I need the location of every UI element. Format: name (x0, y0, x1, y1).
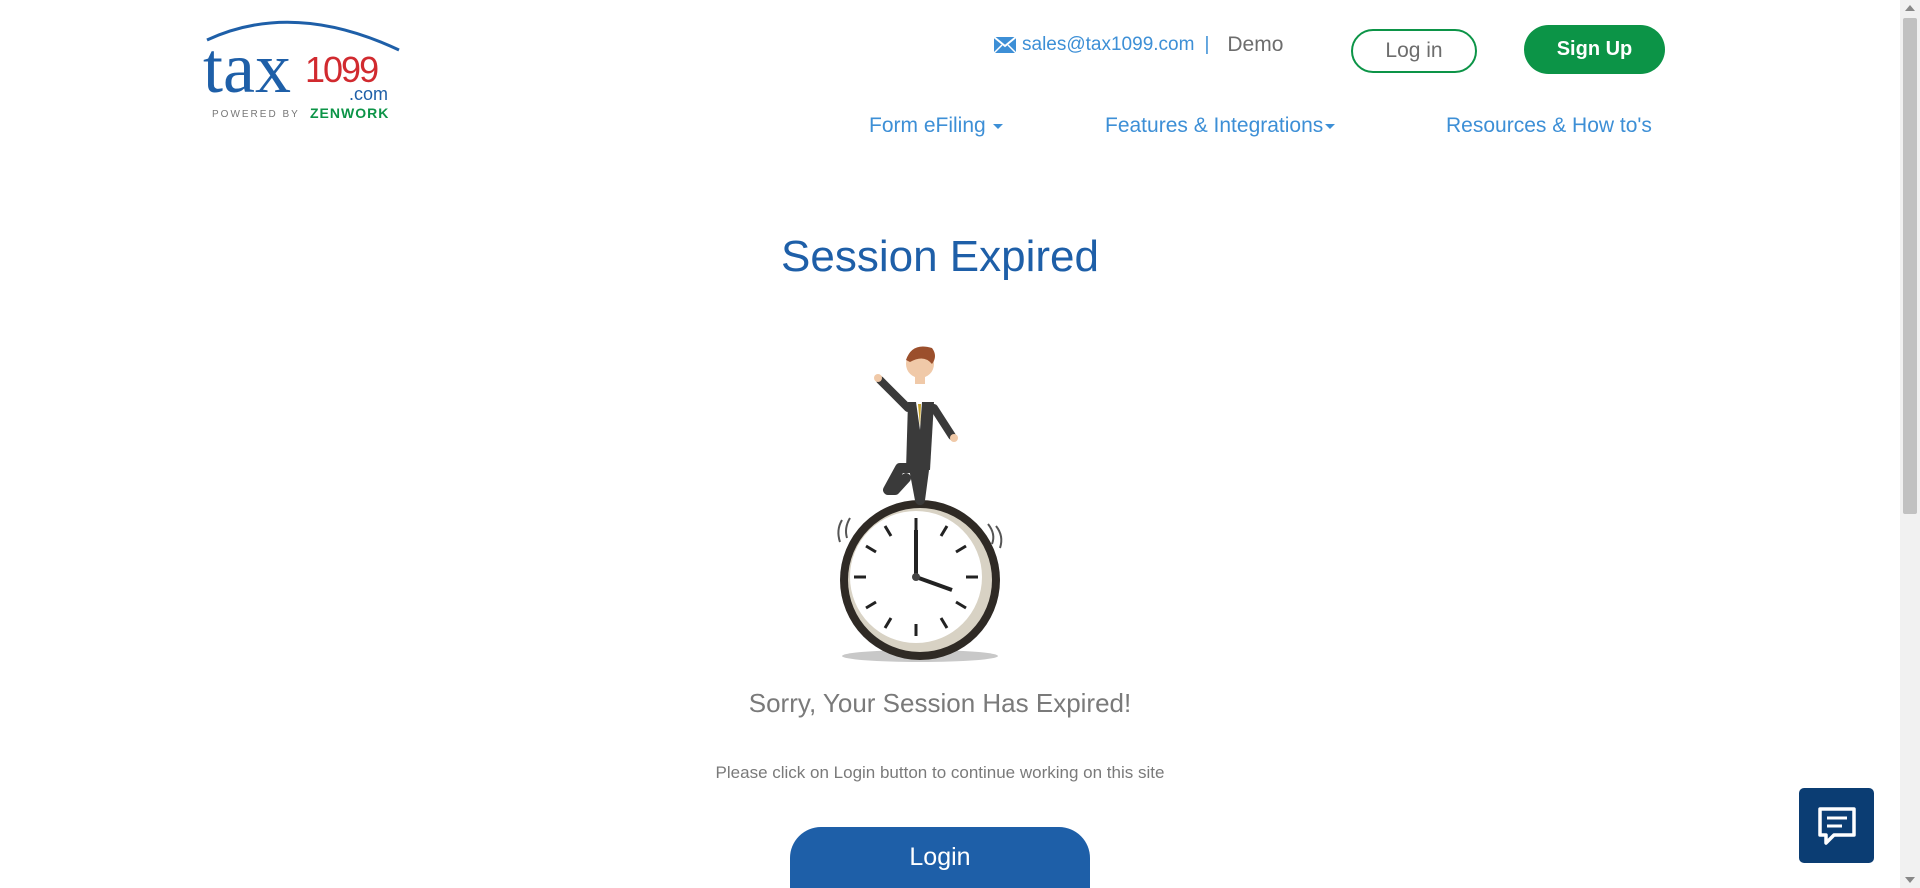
caret-down-icon (1325, 123, 1336, 129)
header-login-button[interactable]: Log in (1351, 29, 1477, 73)
nav-label: Resources & How to's (1446, 114, 1652, 137)
chat-widget-button[interactable] (1799, 788, 1874, 863)
nav-label: Form eFiling (869, 114, 986, 137)
logo-text-domain: .com (349, 84, 388, 104)
envelope-icon (993, 36, 1017, 54)
nav-resources[interactable]: Resources & How to's (1446, 114, 1652, 138)
scroll-up-arrow-icon[interactable] (1900, 0, 1920, 16)
contact-bar: sales@tax1099.com | Demo (993, 33, 1283, 57)
nav-form-efiling[interactable]: Form eFiling (869, 114, 1003, 138)
page: tax 1099 .com POWERED BY ZENWORK sales@t… (0, 0, 1900, 888)
sales-email-link[interactable]: sales@tax1099.com (1022, 34, 1194, 56)
signup-button[interactable]: Sign Up (1524, 25, 1665, 74)
scrollbar-thumb[interactable] (1903, 18, 1917, 514)
logo-text-tax: tax (203, 28, 291, 108)
page-title: Session Expired (781, 232, 1099, 281)
nav-features-integrations[interactable]: Features & Integrations (1105, 114, 1336, 138)
session-expired-illustration (820, 340, 1020, 665)
caret-down-icon (992, 123, 1003, 129)
session-expired-message: Sorry, Your Session Has Expired! (748, 688, 1132, 718)
separator: | (1204, 34, 1210, 55)
logo[interactable]: tax 1099 .com POWERED BY ZENWORK (203, 14, 413, 124)
login-button[interactable]: Login (790, 827, 1090, 888)
logo-powered-by: POWERED BY (212, 109, 300, 120)
login-hint: Please click on Login button to continue… (715, 763, 1165, 782)
scroll-down-arrow-icon[interactable] (1900, 872, 1920, 888)
demo-link[interactable]: Demo (1227, 33, 1283, 57)
logo-zenwork: ZENWORK (310, 105, 389, 121)
chat-bubble-icon (1817, 806, 1856, 845)
vertical-scrollbar[interactable] (1900, 0, 1920, 888)
nav-label: Features & Integrations (1105, 114, 1324, 137)
logo-mark: tax 1099 .com POWERED BY ZENWORK (203, 20, 400, 121)
